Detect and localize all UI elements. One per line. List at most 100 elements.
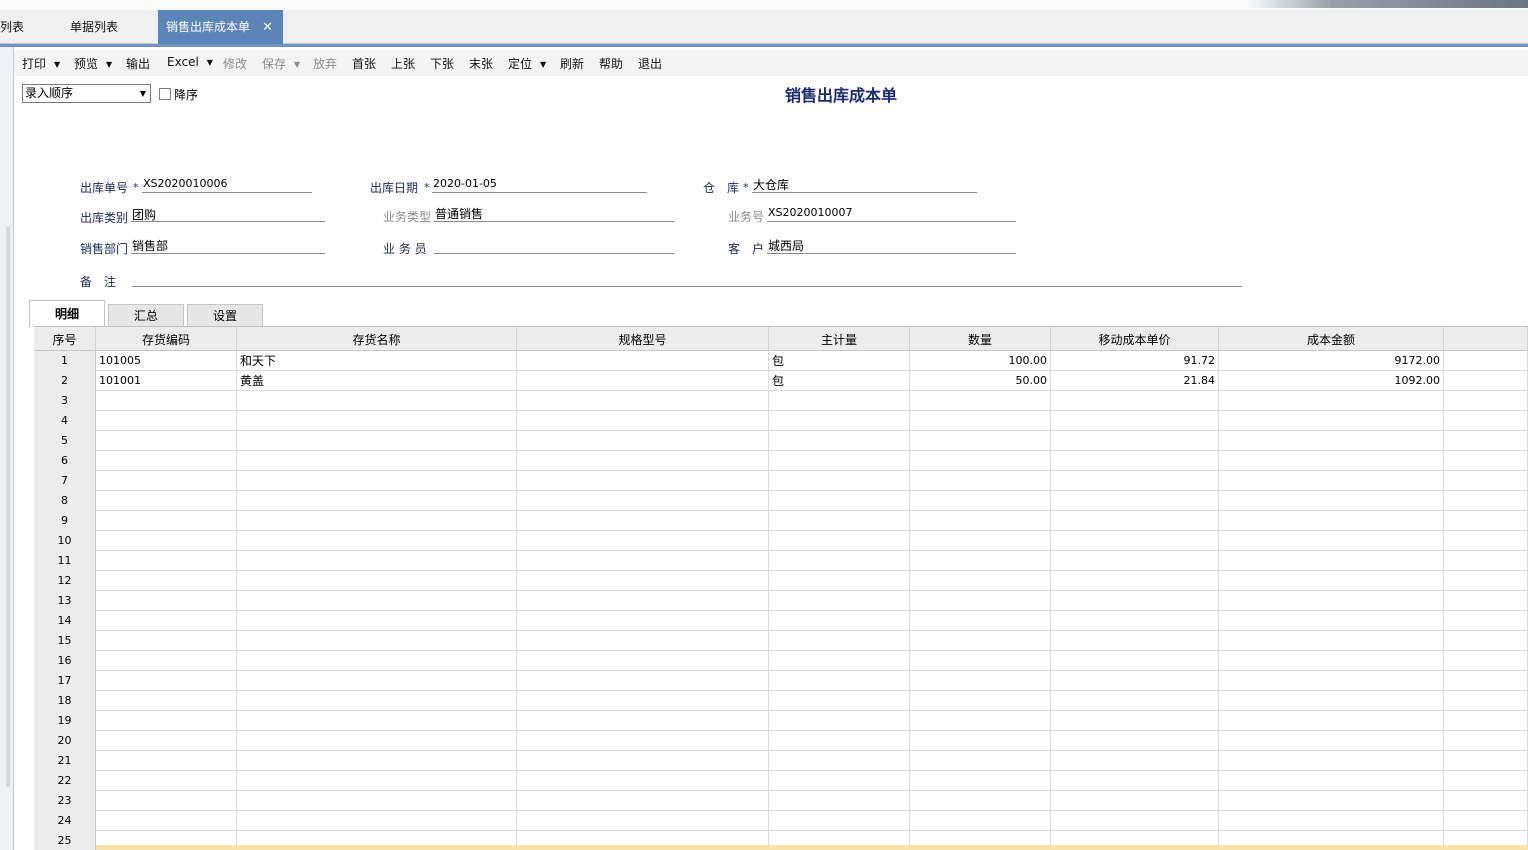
- cell-spec[interactable]: [517, 731, 769, 751]
- cell-spec[interactable]: [517, 611, 769, 631]
- tab-detail[interactable]: 明细: [29, 300, 105, 327]
- cell-price[interactable]: [1051, 691, 1219, 711]
- cell-name[interactable]: [237, 471, 517, 491]
- table-row[interactable]: 7: [34, 471, 1528, 491]
- cell-qty[interactable]: [910, 491, 1051, 511]
- cell-qty[interactable]: [910, 431, 1051, 451]
- cell-amount[interactable]: [1219, 671, 1444, 691]
- first-button[interactable]: 首张: [352, 55, 376, 72]
- cell-amount[interactable]: [1219, 631, 1444, 651]
- chevron-down-icon[interactable]: ▼: [207, 58, 213, 67]
- cell-name[interactable]: [237, 551, 517, 571]
- cell-price[interactable]: [1051, 711, 1219, 731]
- cell-amount[interactable]: [1219, 751, 1444, 771]
- cell-amount[interactable]: [1219, 731, 1444, 751]
- cell-name[interactable]: [237, 511, 517, 531]
- cell-qty[interactable]: [910, 591, 1051, 611]
- table-row[interactable]: 23: [34, 791, 1528, 811]
- customer-field[interactable]: 城西局: [768, 237, 804, 254]
- cell-unit[interactable]: [769, 531, 910, 551]
- cell-name[interactable]: [237, 631, 517, 651]
- column-header-col-seq[interactable]: 序号: [34, 327, 96, 351]
- table-row[interactable]: 19: [34, 711, 1528, 731]
- cell-amount[interactable]: [1219, 571, 1444, 591]
- cell-amount[interactable]: [1219, 511, 1444, 531]
- cell-unit[interactable]: [769, 771, 910, 791]
- cell-unit[interactable]: 包: [769, 371, 910, 391]
- cell-name[interactable]: [237, 651, 517, 671]
- exit-button[interactable]: 退出: [638, 55, 662, 72]
- cell-qty[interactable]: [910, 611, 1051, 631]
- cell-unit[interactable]: [769, 751, 910, 771]
- cell-code[interactable]: [96, 651, 237, 671]
- cell-qty[interactable]: [910, 731, 1051, 751]
- cell-spec[interactable]: [517, 771, 769, 791]
- cell-amount[interactable]: [1219, 811, 1444, 831]
- cell-amount[interactable]: [1219, 471, 1444, 491]
- cell-price[interactable]: [1051, 671, 1219, 691]
- cell-name[interactable]: [237, 531, 517, 551]
- cell-qty[interactable]: [910, 671, 1051, 691]
- cell-code[interactable]: [96, 451, 237, 471]
- cell-price[interactable]: [1051, 571, 1219, 591]
- cell-name[interactable]: 黄盖: [237, 371, 517, 391]
- chevron-down-icon[interactable]: ▼: [54, 60, 60, 69]
- cell-amount[interactable]: [1219, 591, 1444, 611]
- descending-checkbox[interactable]: [159, 88, 171, 100]
- table-row[interactable]: 21: [34, 751, 1528, 771]
- cell-code[interactable]: [96, 511, 237, 531]
- locate-button[interactable]: 定位 ▼: [508, 55, 546, 72]
- cell-spec[interactable]: [517, 471, 769, 491]
- cell-amount[interactable]: [1219, 711, 1444, 731]
- cell-price[interactable]: [1051, 591, 1219, 611]
- table-row[interactable]: 12: [34, 571, 1528, 591]
- column-header-col-unit[interactable]: 主计量: [769, 327, 910, 351]
- cell-unit[interactable]: [769, 471, 910, 491]
- tab-list[interactable]: 列表: [0, 10, 24, 44]
- column-header-col-name[interactable]: 存货名称: [237, 327, 517, 351]
- cell-price[interactable]: [1051, 811, 1219, 831]
- cell-unit[interactable]: [769, 631, 910, 651]
- cell-code[interactable]: [96, 411, 237, 431]
- table-row[interactable]: 4: [34, 411, 1528, 431]
- chevron-down-icon[interactable]: ▼: [140, 85, 146, 102]
- cell-code[interactable]: [96, 591, 237, 611]
- cell-unit[interactable]: [769, 511, 910, 531]
- cell-unit[interactable]: [769, 391, 910, 411]
- cell-name[interactable]: [237, 711, 517, 731]
- cell-unit[interactable]: [769, 411, 910, 431]
- cell-qty[interactable]: [910, 791, 1051, 811]
- cell-spec[interactable]: [517, 491, 769, 511]
- warehouse-field[interactable]: 大仓库: [753, 176, 789, 193]
- last-button[interactable]: 末张: [469, 55, 493, 72]
- cell-qty[interactable]: [910, 451, 1051, 471]
- cell-unit[interactable]: [769, 731, 910, 751]
- table-row[interactable]: 13: [34, 591, 1528, 611]
- cell-name[interactable]: [237, 671, 517, 691]
- cell-price[interactable]: [1051, 751, 1219, 771]
- cell-code[interactable]: [96, 631, 237, 651]
- help-button[interactable]: 帮助: [599, 55, 623, 72]
- table-row[interactable]: 9: [34, 511, 1528, 531]
- cell-name[interactable]: [237, 791, 517, 811]
- cell-code[interactable]: [96, 571, 237, 591]
- cell-qty[interactable]: [910, 691, 1051, 711]
- cell-price[interactable]: [1051, 631, 1219, 651]
- cell-qty[interactable]: [910, 651, 1051, 671]
- cell-qty[interactable]: [910, 551, 1051, 571]
- table-row[interactable]: 5: [34, 431, 1528, 451]
- tab-sales-outbound-cost[interactable]: 销售出库成本单 ✕: [158, 10, 283, 44]
- cell-qty[interactable]: [910, 751, 1051, 771]
- cell-name[interactable]: [237, 411, 517, 431]
- table-row[interactable]: 11: [34, 551, 1528, 571]
- cell-qty[interactable]: [910, 711, 1051, 731]
- cell-name[interactable]: [237, 751, 517, 771]
- cell-spec[interactable]: [517, 791, 769, 811]
- table-row[interactable]: 14: [34, 611, 1528, 631]
- cell-unit[interactable]: [769, 811, 910, 831]
- cell-code[interactable]: [96, 611, 237, 631]
- sort-order-select[interactable]: 录入顺序 ▼: [22, 84, 151, 103]
- cell-code[interactable]: [96, 391, 237, 411]
- cell-unit[interactable]: 包: [769, 351, 910, 371]
- cell-spec[interactable]: [517, 431, 769, 451]
